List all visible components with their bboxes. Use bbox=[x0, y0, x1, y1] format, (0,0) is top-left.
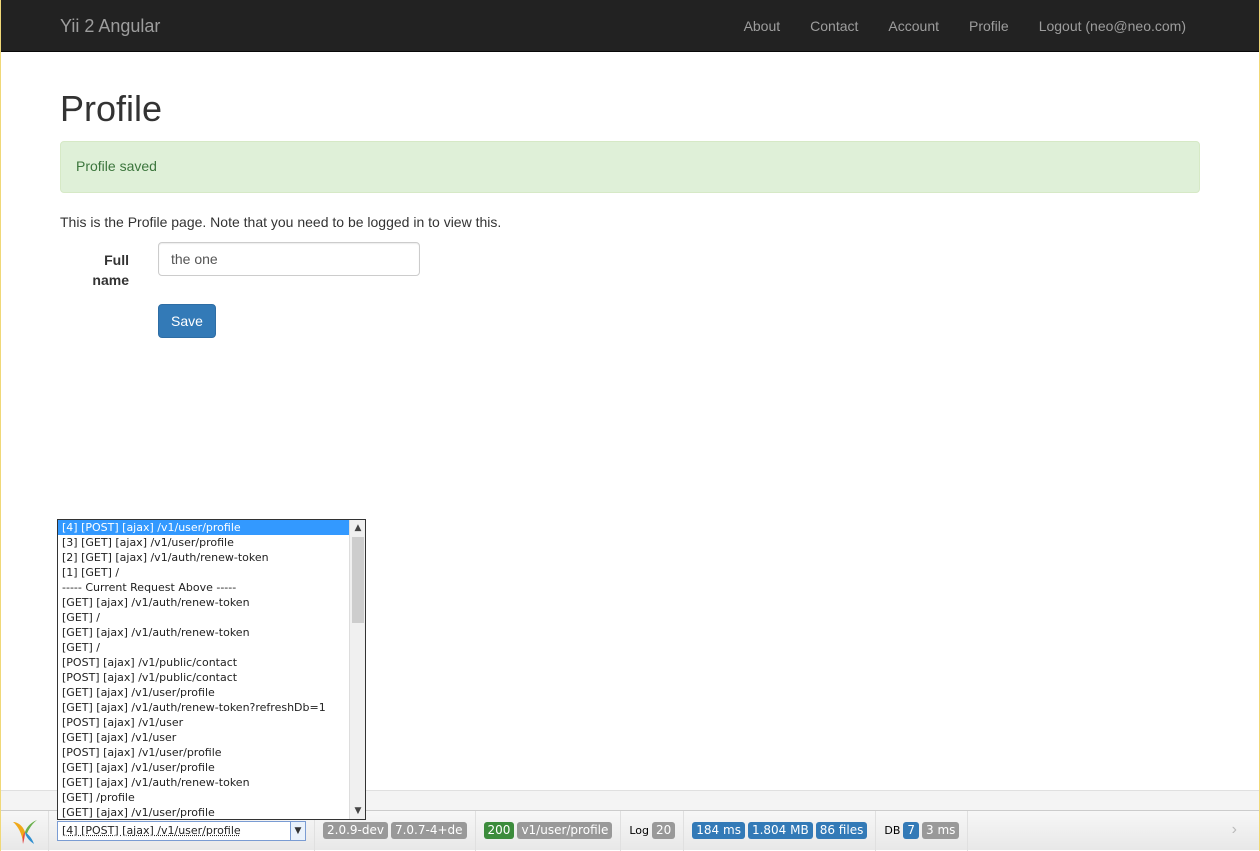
yii-version-badge: 2.0.9-dev bbox=[323, 822, 388, 839]
fullname-label-line1: Full bbox=[104, 252, 129, 268]
request-option[interactable]: [3] [GET] [ajax] /v1/user/profile bbox=[58, 535, 349, 550]
navbar: Yii 2 Angular About Contact Account Prof… bbox=[1, 0, 1259, 52]
toolbar-db-block[interactable]: DB 7 3 ms bbox=[876, 810, 969, 851]
request-dropdown-list: [4] [POST] [ajax] /v1/user/profile [3] [… bbox=[57, 519, 366, 820]
toolbar-profiling-block[interactable]: 184 ms 1.804 MB 86 files bbox=[684, 810, 877, 851]
yii-logo-icon bbox=[12, 819, 37, 844]
files-badge: 86 files bbox=[815, 822, 868, 839]
request-option[interactable]: [GET] [ajax] /v1/user/profile bbox=[58, 805, 349, 819]
memory-badge: 1.804 MB bbox=[747, 822, 813, 839]
request-select-value: [4] [POST] [ajax] /v1/user/profile bbox=[62, 823, 241, 837]
scroll-down-icon[interactable]: ▼ bbox=[350, 803, 365, 819]
request-option[interactable]: [GET] [ajax] /v1/user bbox=[58, 730, 349, 745]
request-option[interactable]: [POST] [ajax] /v1/user bbox=[58, 715, 349, 730]
request-option[interactable]: [POST] [ajax] /v1/public/contact bbox=[58, 670, 349, 685]
request-option[interactable]: [POST] [ajax] /v1/public/contact bbox=[58, 655, 349, 670]
fullname-label: Full name bbox=[81, 250, 129, 290]
request-select[interactable]: [4] [POST] [ajax] /v1/user/profile ▼ bbox=[57, 820, 306, 841]
php-version-badge: 7.0.7-4+de bbox=[390, 822, 467, 839]
request-option[interactable]: [2] [GET] [ajax] /v1/auth/renew-token bbox=[58, 550, 349, 565]
chevron-down-icon[interactable]: ▼ bbox=[290, 821, 305, 840]
request-option[interactable]: [GET] [ajax] /v1/auth/renew-token?refres… bbox=[58, 700, 349, 715]
request-option[interactable]: [GET] [ajax] /v1/user/profile bbox=[58, 685, 349, 700]
request-option-separator[interactable]: ----- Current Request Above ----- bbox=[58, 580, 349, 595]
save-button[interactable]: Save bbox=[158, 304, 216, 338]
chevron-right-icon[interactable]: › bbox=[1232, 821, 1237, 839]
request-option[interactable]: [GET] [ajax] /v1/auth/renew-token bbox=[58, 775, 349, 790]
request-option[interactable]: [GET] / bbox=[58, 640, 349, 655]
time-badge: 184 ms bbox=[692, 822, 745, 839]
db-time-badge: 3 ms bbox=[922, 822, 960, 839]
fullname-label-line2: name bbox=[92, 272, 129, 288]
log-count-badge: 20 bbox=[652, 822, 676, 839]
toolbar-request-block[interactable]: 200 v1/user/profile bbox=[476, 810, 622, 851]
request-option[interactable]: [POST] [ajax] /v1/user/profile bbox=[58, 745, 349, 760]
db-count-badge: 7 bbox=[903, 822, 920, 839]
fullname-input[interactable] bbox=[158, 242, 420, 276]
brand-link[interactable]: Yii 2 Angular bbox=[60, 16, 160, 37]
request-option[interactable]: [1] [GET] / bbox=[58, 565, 349, 580]
request-option[interactable]: [GET] [ajax] /v1/user/profile bbox=[58, 760, 349, 775]
intro-text: This is the Profile page. Note that you … bbox=[60, 214, 502, 230]
nav-menu: About Contact Account Profile Logout (ne… bbox=[729, 0, 1201, 52]
nav-item-about[interactable]: About bbox=[729, 0, 796, 52]
scroll-up-icon[interactable]: ▲ bbox=[350, 520, 365, 536]
request-option[interactable]: [GET] [ajax] /v1/auth/renew-token bbox=[58, 625, 349, 640]
status-badge: 200 bbox=[483, 822, 515, 839]
nav-item-account[interactable]: Account bbox=[873, 0, 954, 52]
page-title: Profile bbox=[60, 88, 163, 129]
request-option[interactable]: [GET] / bbox=[58, 610, 349, 625]
toolbar-log-block[interactable]: Log 20 bbox=[621, 810, 685, 851]
nav-item-logout[interactable]: Logout (neo@neo.com) bbox=[1024, 0, 1201, 52]
route-badge: v1/user/profile bbox=[517, 822, 613, 839]
log-label: Log bbox=[629, 824, 649, 837]
nav-item-profile[interactable]: Profile bbox=[954, 0, 1024, 52]
nav-item-contact[interactable]: Contact bbox=[795, 0, 873, 52]
db-label: DB bbox=[884, 824, 901, 837]
scroll-thumb[interactable] bbox=[352, 537, 364, 623]
dropdown-scrollbar[interactable]: ▲ ▼ bbox=[349, 520, 365, 819]
yii-logo[interactable] bbox=[1, 810, 49, 851]
request-option[interactable]: [GET] /profile bbox=[58, 790, 349, 805]
request-option[interactable]: [4] [POST] [ajax] /v1/user/profile bbox=[58, 520, 349, 535]
request-option[interactable]: [GET] [ajax] /v1/auth/renew-token bbox=[58, 595, 349, 610]
success-alert: Profile saved bbox=[60, 141, 1200, 193]
